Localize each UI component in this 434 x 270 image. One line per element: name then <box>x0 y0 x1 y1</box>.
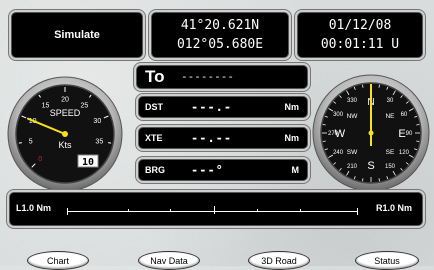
speed-gauge: 0510152025303540 SPEED Kts 10 <box>7 76 123 192</box>
compass-sw: SW <box>347 149 358 156</box>
compass-degree-label: 150 <box>385 164 396 170</box>
compass-tick <box>416 140 420 142</box>
compass-ne: NE <box>385 113 395 120</box>
compass-degree-label: 330 <box>347 98 358 104</box>
xte-scale-tick-left-end <box>67 208 68 215</box>
speed-tick-label: 15 <box>42 102 50 109</box>
chart-button[interactable]: Chart <box>27 251 89 270</box>
compass-degree-label: 90 <box>406 131 413 137</box>
brg-value: ---° <box>191 163 224 177</box>
date-value: 01/12/08 <box>328 18 392 33</box>
compass-degree-label: 30 <box>387 98 394 104</box>
brg-label: BRG <box>145 165 165 175</box>
compass-tick <box>322 140 326 142</box>
speed-tick-label: 5 <box>29 138 33 145</box>
xte-scale-tick-2 <box>170 209 171 212</box>
brg-field: BRG ---° M <box>139 160 307 180</box>
speed-title: SPEED <box>50 108 81 118</box>
dst-label: DST <box>145 102 163 112</box>
xte-scale-tick-right-end <box>357 208 358 215</box>
compass-degree-label: 60 <box>401 112 408 118</box>
speed-tick-label: 35 <box>95 138 103 145</box>
speed-tick-label: 25 <box>81 102 89 109</box>
longitude-value: 012°05.680E <box>176 37 264 52</box>
speed-unit: Kts <box>58 140 72 150</box>
xte-scale-tick-center <box>214 206 215 214</box>
compass-tick <box>362 178 364 182</box>
dst-unit: Nm <box>284 102 299 112</box>
speed-tick-label: 30 <box>93 118 101 125</box>
speed-tick <box>18 142 22 144</box>
compass-tick <box>378 84 380 88</box>
speed-tick <box>108 142 112 144</box>
compass-tick <box>378 178 380 182</box>
xte-label: XTE <box>145 133 163 143</box>
speed-tick-label: 20 <box>61 97 69 104</box>
compass-nw: NW <box>347 113 359 120</box>
compass-degree-label: 300 <box>333 112 344 118</box>
simulate-mode-indicator: Simulate <box>12 13 142 57</box>
brg-unit: M <box>291 165 300 175</box>
xte-value: --.-- <box>191 131 233 145</box>
compass-tick <box>362 84 364 88</box>
compass-degree-label: 240 <box>333 150 344 156</box>
compass-rose: 306090120150210240270300330 N E S W NE S… <box>312 74 430 192</box>
xte-field: XTE --.-- Nm <box>139 128 307 148</box>
to-label: To <box>145 67 165 86</box>
compass-degree-label: 120 <box>399 150 410 156</box>
3d-road-button[interactable]: 3D Road <box>248 251 310 270</box>
compass-east: E <box>398 128 405 140</box>
speed-value: 10 <box>82 157 94 168</box>
xte-unit: Nm <box>284 133 299 143</box>
nav-data-button[interactable]: Nav Data <box>138 251 200 270</box>
to-waypoint-field[interactable]: To -------- <box>137 66 307 88</box>
datetime-display: 01/12/08 00:01:11 U <box>298 13 422 57</box>
xte-bar: L1.0 Nm R1.0 Nm <box>10 193 422 225</box>
xte-scale-tick-3 <box>257 209 258 212</box>
status-button[interactable]: Status <box>355 251 419 270</box>
dst-field: DST ---.- Nm <box>139 97 307 117</box>
xte-bar-left-label: L1.0 Nm <box>16 203 52 213</box>
xte-scale-line <box>67 211 358 212</box>
compass-degree-label: 210 <box>347 164 358 170</box>
compass-tick <box>322 124 326 126</box>
compass-se: SE <box>386 149 395 156</box>
xte-bar-right-label: R1.0 Nm <box>375 203 412 213</box>
compass-west: W <box>335 128 346 140</box>
latitude-value: 41°20.621N <box>180 18 260 33</box>
position-display: 41°20.621N 012°05.680E <box>152 13 288 57</box>
speed-tick-label: 0 <box>38 156 42 163</box>
xte-scale-tick-1 <box>128 209 129 212</box>
compass-tick <box>416 124 420 126</box>
to-value: -------- <box>181 70 234 83</box>
time-value: 00:01:11 U <box>320 37 400 52</box>
compass-south: S <box>367 160 374 172</box>
dst-value: ---.- <box>191 100 233 114</box>
xte-scale-tick-4 <box>300 209 301 212</box>
